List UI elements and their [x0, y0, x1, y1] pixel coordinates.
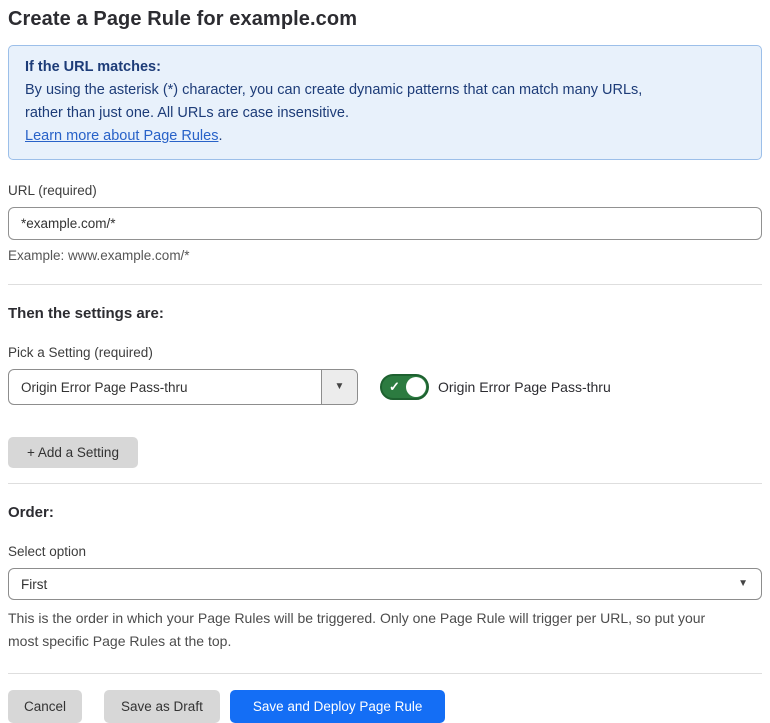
footer-actions: Cancel Save as Draft Save and Deploy Pag… [8, 690, 762, 723]
link-suffix: . [218, 128, 223, 144]
divider [8, 673, 762, 674]
url-input[interactable] [8, 207, 762, 240]
order-helper-line-2: most specific Page Rules at the top. [8, 633, 232, 649]
divider [8, 483, 762, 484]
info-box-body-line-2: rather than just one. All URLs are case … [25, 105, 349, 121]
info-box-link-line: Learn more about Page Rules. [25, 125, 745, 148]
page-title: Create a Page Rule for example.com [8, 8, 358, 30]
chevron-down-icon: ▼ [334, 381, 345, 392]
cancel-button[interactable]: Cancel [8, 690, 83, 723]
url-field-label: URL (required) [8, 183, 97, 198]
order-select-value: First [21, 576, 48, 592]
info-box-body-line-1: By using the asterisk (*) character, you… [25, 82, 643, 98]
info-box-heading: If the URL matches: [25, 59, 161, 75]
setting-select[interactable]: Origin Error Page Pass-thru ▼ [8, 369, 358, 405]
chevron-down-icon: ▼ [738, 578, 748, 589]
order-select-label: Select option [8, 544, 87, 559]
order-section-heading: Order: [8, 504, 54, 521]
url-helper-text: Example: www.example.com/* [8, 248, 190, 263]
add-setting-button[interactable]: + Add a Setting [8, 437, 138, 468]
page-rule-form: Create a Page Rule for example.com If th… [0, 8, 770, 723]
setting-select-arrow-box: ▼ [321, 370, 357, 404]
setting-toggle[interactable]: ✓ [380, 374, 429, 400]
order-select[interactable]: First ▼ [8, 568, 762, 600]
setting-picker-label: Pick a Setting (required) [8, 345, 153, 360]
divider [8, 284, 762, 285]
save-and-deploy-button[interactable]: Save and Deploy Page Rule [229, 690, 446, 723]
toggle-knob [406, 377, 426, 397]
setting-select-value: Origin Error Page Pass-thru [21, 379, 188, 395]
setting-row: Origin Error Page Pass-thru ▼ ✓ Origin E… [8, 369, 762, 405]
save-as-draft-button[interactable]: Save as Draft [104, 690, 220, 723]
order-helper-line-1: This is the order in which your Page Rul… [8, 610, 706, 626]
toggle-label: Origin Error Page Pass-thru [438, 379, 611, 395]
order-helper-text: This is the order in which your Page Rul… [8, 607, 762, 653]
learn-more-link[interactable]: Learn more about Page Rules [25, 128, 218, 144]
check-icon: ✓ [389, 379, 400, 394]
settings-section-heading: Then the settings are: [8, 305, 164, 322]
url-match-info-box: If the URL matches: By using the asteris… [8, 45, 762, 160]
